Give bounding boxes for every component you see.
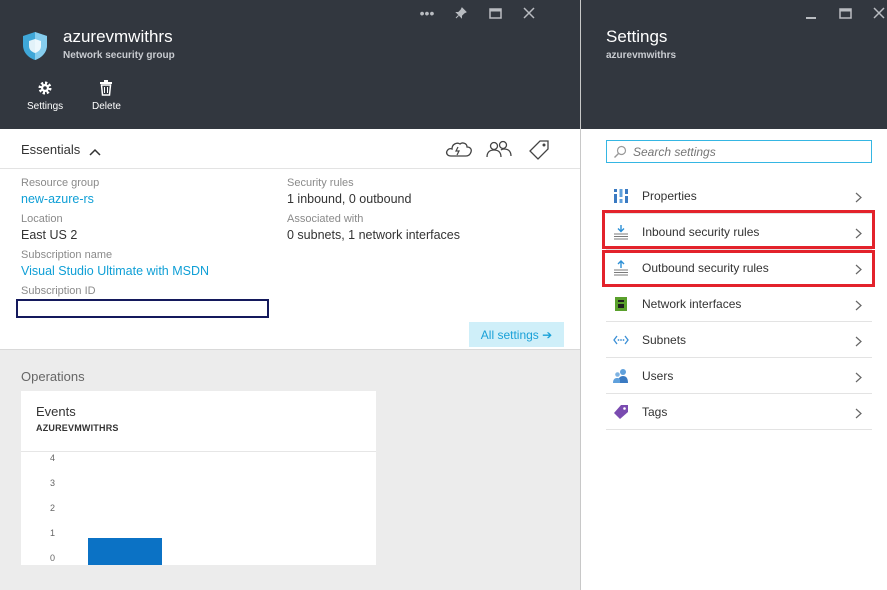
settings-item-label: Network interfaces xyxy=(642,296,742,311)
trash-icon xyxy=(100,80,113,96)
properties-icon xyxy=(613,188,629,204)
settings-item-subnets[interactable]: Subnets xyxy=(606,322,872,358)
location-label: Location xyxy=(21,213,63,225)
close-icon[interactable] xyxy=(862,5,887,21)
resource-title: azurevmwithrs xyxy=(63,27,173,46)
settings-item-label: Subnets xyxy=(642,332,687,347)
y-tick-label: 1 xyxy=(50,528,56,538)
chevron-right-icon xyxy=(855,298,862,316)
subscription-name-label: Subscription name xyxy=(21,249,113,261)
close-icon[interactable] xyxy=(512,5,546,21)
location-value: East US 2 xyxy=(21,228,78,242)
y-tick-label: 2 xyxy=(50,503,56,513)
blade-controls: ••• xyxy=(410,5,546,21)
users-group-icon[interactable] xyxy=(486,139,512,164)
network-security-group-icon xyxy=(22,31,48,66)
all-settings-button[interactable]: All settings ➔ xyxy=(469,322,564,347)
operations-section: Operations Events AZUREVMWITHRS 4 3 2 1 0 xyxy=(0,349,580,590)
settings-item-outbound-security-rules[interactable]: Outbound security rules xyxy=(606,250,872,286)
chevron-right-icon xyxy=(855,370,862,388)
settings-title: Settings xyxy=(606,27,668,46)
settings-item-network-interfaces[interactable]: Network interfaces xyxy=(606,286,872,322)
settings-item-label: Users xyxy=(642,368,674,383)
tag-icon xyxy=(613,404,629,420)
subscription-id-label: Subscription ID xyxy=(21,285,96,297)
settings-item-users[interactable]: Users xyxy=(606,358,872,394)
network-interface-icon xyxy=(613,296,629,312)
events-tile-title: Events xyxy=(36,404,76,419)
nsg-blade: ••• azurevmwithrs Network security group… xyxy=(0,0,580,590)
azure-portal: ••• azurevmwithrs Network security group… xyxy=(0,0,887,590)
users-icon xyxy=(613,368,629,384)
search-settings-input[interactable] xyxy=(633,144,863,159)
settings-item-properties[interactable]: Properties xyxy=(606,178,872,214)
settings-blade: Settings azurevmwithrs Search settings P… xyxy=(580,0,887,590)
settings-command-label: Settings xyxy=(27,101,64,112)
settings-blade-controls xyxy=(794,5,887,21)
settings-item-label: Properties xyxy=(642,188,697,203)
y-tick-label: 4 xyxy=(50,453,56,463)
resource-type: Network security group xyxy=(63,50,175,61)
security-rules-value: 1 inbound, 0 outbound xyxy=(287,192,412,206)
event-bar xyxy=(88,538,162,565)
chevron-right-icon xyxy=(855,226,862,244)
associated-with-value: 0 subnets, 1 network interfaces xyxy=(287,228,461,242)
y-tick-label: 0 xyxy=(50,553,56,563)
settings-item-label: Tags xyxy=(642,404,668,419)
resource-group-label: Resource group xyxy=(21,177,100,189)
events-tile-subtitle: AZUREVMWITHRS xyxy=(36,423,119,433)
gear-icon xyxy=(38,81,52,95)
more-icon[interactable]: ••• xyxy=(410,5,444,21)
security-rules-label: Security rules xyxy=(287,177,354,189)
settings-list: Properties Inbound security rules Outbou… xyxy=(606,178,872,430)
associated-with-label: Associated with xyxy=(287,213,364,225)
subscription-id-redacted xyxy=(16,299,269,318)
settings-item-tags[interactable]: Tags xyxy=(606,394,872,430)
minimize-icon[interactable] xyxy=(794,5,828,21)
cloud-icon[interactable] xyxy=(445,139,473,164)
chevron-right-icon xyxy=(855,262,862,280)
search-icon xyxy=(614,145,627,158)
maximize-icon[interactable] xyxy=(478,5,512,21)
settings-item-label: Inbound security rules xyxy=(642,224,760,239)
chevron-right-icon xyxy=(855,190,862,208)
events-tile[interactable]: Events AZUREVMWITHRS 4 3 2 1 0 xyxy=(21,391,376,565)
y-tick-label: 3 xyxy=(50,478,56,488)
chevron-up-icon[interactable] xyxy=(89,143,101,161)
settings-item-label: Outbound security rules xyxy=(642,260,769,275)
operations-title: Operations xyxy=(21,369,85,384)
resource-group-link[interactable]: new-azure-rs xyxy=(21,192,94,206)
nsg-blade-header: ••• azurevmwithrs Network security group… xyxy=(0,0,580,129)
subnets-icon xyxy=(613,332,629,348)
outbound-rules-icon xyxy=(613,259,629,276)
delete-command-label: Delete xyxy=(92,101,121,112)
settings-subtitle: azurevmwithrs xyxy=(606,50,677,61)
settings-command-button[interactable]: Settings xyxy=(27,80,63,112)
tag-outline-icon[interactable] xyxy=(528,139,550,166)
maximize-icon[interactable] xyxy=(828,5,862,21)
chevron-right-icon xyxy=(855,334,862,352)
settings-blade-header: Settings azurevmwithrs xyxy=(581,0,887,129)
essentials-toggle[interactable]: Essentials xyxy=(21,142,80,157)
subscription-name-link[interactable]: Visual Studio Ultimate with MSDN xyxy=(21,264,209,278)
pin-icon[interactable] xyxy=(444,5,478,21)
tile-divider xyxy=(21,451,376,452)
inbound-rules-icon xyxy=(613,224,629,240)
delete-command-button[interactable]: Delete xyxy=(92,80,121,112)
chevron-right-icon xyxy=(855,406,862,424)
settings-item-inbound-security-rules[interactable]: Inbound security rules xyxy=(606,214,872,250)
search-settings-box[interactable] xyxy=(606,140,872,163)
essentials-bar: Essentials xyxy=(0,129,580,169)
